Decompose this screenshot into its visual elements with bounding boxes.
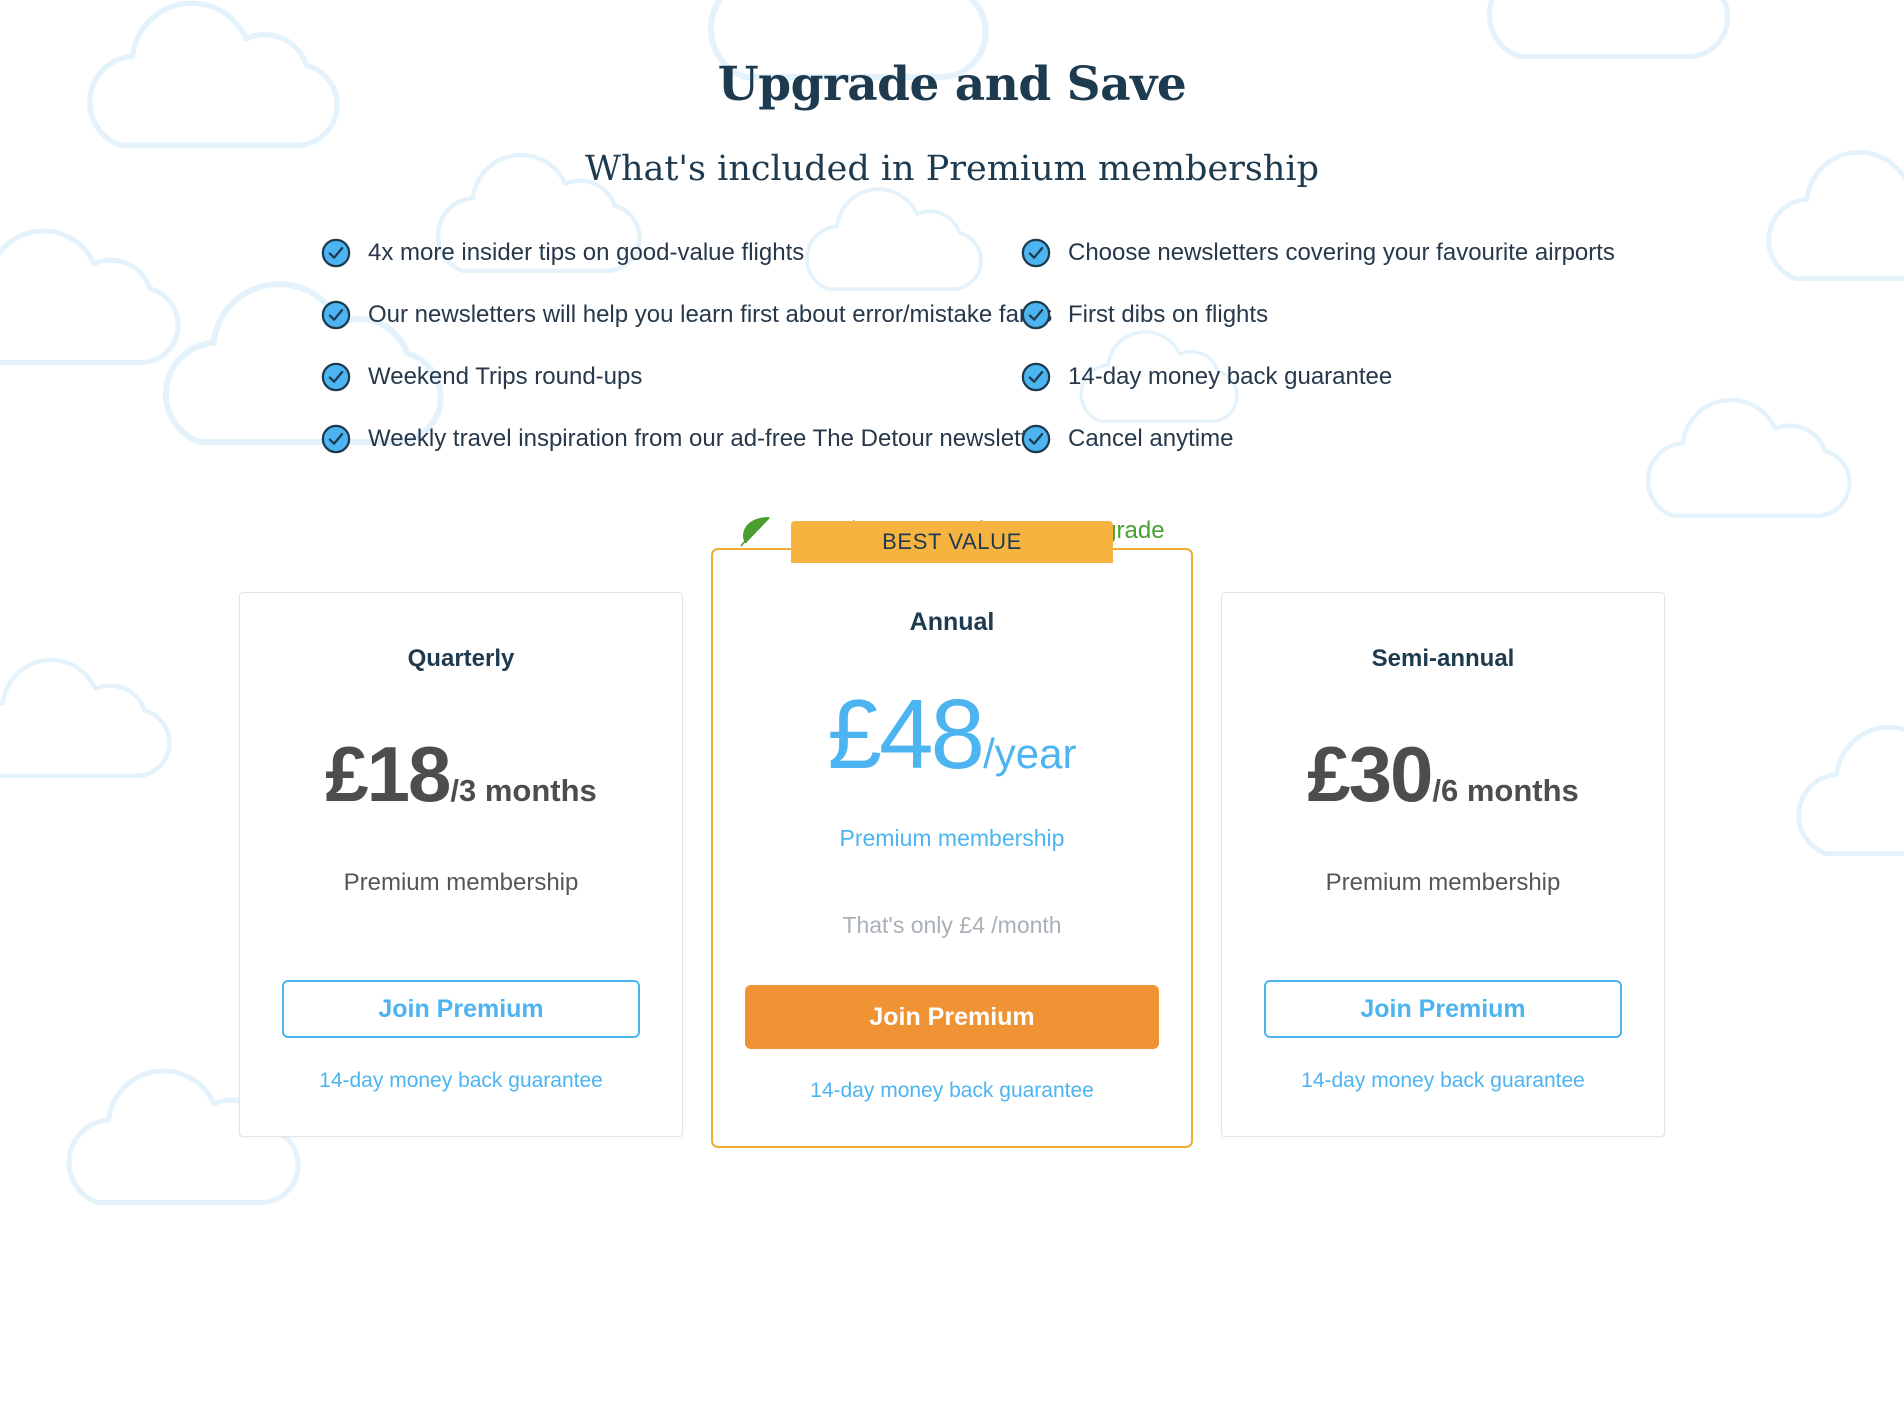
feature-text: Cancel anytime [1068,425,1234,453]
plan-membership-label: Premium membership [839,825,1065,852]
feature-text: Weekend Trips round-ups [368,363,643,391]
check-circle-icon [321,424,351,454]
page-title: Upgrade and Save [717,57,1187,112]
plan-price-amount: £18 [325,730,451,819]
plan-price-amount: £30 [1307,730,1433,819]
feature-item: Cancel anytime [1021,420,1641,458]
join-premium-button[interactable]: Join Premium [745,985,1159,1050]
plan-card-quarterly[interactable]: Quarterly £18 /3 months Premium membersh… [239,592,683,1138]
plan-name: Quarterly [407,645,515,673]
plan-name: Annual [909,608,995,637]
check-circle-icon [321,300,351,330]
plan-price-period: /year [983,730,1077,778]
feature-column-right: Choose newsletters covering your favouri… [1021,234,1641,458]
feature-text: First dibs on flights [1068,301,1269,329]
feature-list: 4x more insider tips on good-value fligh… [0,234,1904,458]
feature-item: First dibs on flights [1021,296,1641,334]
plan-cta-wrap: Join Premium [1222,980,1664,1039]
check-circle-icon [1021,238,1051,268]
plan-name: Semi-annual [1371,645,1515,673]
plan-price-amount: £48 [827,679,986,790]
feature-item: Weekly travel inspiration from our ad-fr… [321,420,1049,458]
best-value-badge: BEST VALUE [791,521,1113,564]
join-premium-button[interactable]: Join Premium [1264,980,1622,1039]
feature-text: Choose newsletters covering your favouri… [1068,239,1615,267]
check-circle-icon [1021,300,1051,330]
plan-membership-label: Premium membership [343,869,579,897]
guarantee-link[interactable]: 14-day money back guarantee [1222,1069,1664,1093]
pricing-cards: Quarterly £18 /3 months Premium membersh… [0,521,1904,1149]
plan-monthly-note: That's only £4 /month [842,912,1062,939]
plan-cta-wrap: Join Premium [713,985,1191,1050]
feature-text: Weekly travel inspiration from our ad-fr… [368,425,1049,453]
pricing-page: Upgrade and Save What's included in Prem… [0,0,1904,1426]
plan-price: £48 /year [713,685,1191,783]
check-circle-icon [321,362,351,392]
leaf-icon [741,517,770,547]
plan-membership-label: Premium membership [1325,869,1561,897]
plan-card-semi-annual[interactable]: Semi-annual £30 /6 months Premium member… [1221,592,1665,1138]
feature-text: 4x more insider tips on good-value fligh… [368,239,805,267]
feature-text: Our newsletters will help you learn firs… [368,301,1053,329]
plan-cta-wrap: Join Premium [240,980,682,1039]
check-circle-icon [1021,424,1051,454]
plan-card-annual[interactable]: BEST VALUE Annual £48 /year Premium memb… [711,521,1193,1149]
guarantee-link[interactable]: 14-day money back guarantee [240,1069,682,1093]
check-circle-icon [1021,362,1051,392]
page-subtitle: What's included in Premium membership [584,149,1319,190]
feature-item: 14-day money back guarantee [1021,358,1641,396]
plan-price-period: /6 months [1432,773,1579,809]
feature-item: Weekend Trips round-ups [321,358,1021,396]
plan-price: £18 /3 months [240,735,682,813]
plan-price: £30 /6 months [1222,735,1664,813]
join-premium-button[interactable]: Join Premium [282,980,640,1039]
feature-column-left: 4x more insider tips on good-value fligh… [321,234,1052,458]
feature-text: 14-day money back guarantee [1068,363,1393,391]
feature-item: 4x more insider tips on good-value fligh… [321,234,1021,272]
plan-price-period: /3 months [450,773,597,809]
check-circle-icon [321,238,351,268]
feature-item: Choose newsletters covering your favouri… [1021,234,1641,272]
guarantee-link[interactable]: 14-day money back guarantee [713,1079,1191,1103]
feature-item: Our newsletters will help you learn firs… [321,296,1052,334]
